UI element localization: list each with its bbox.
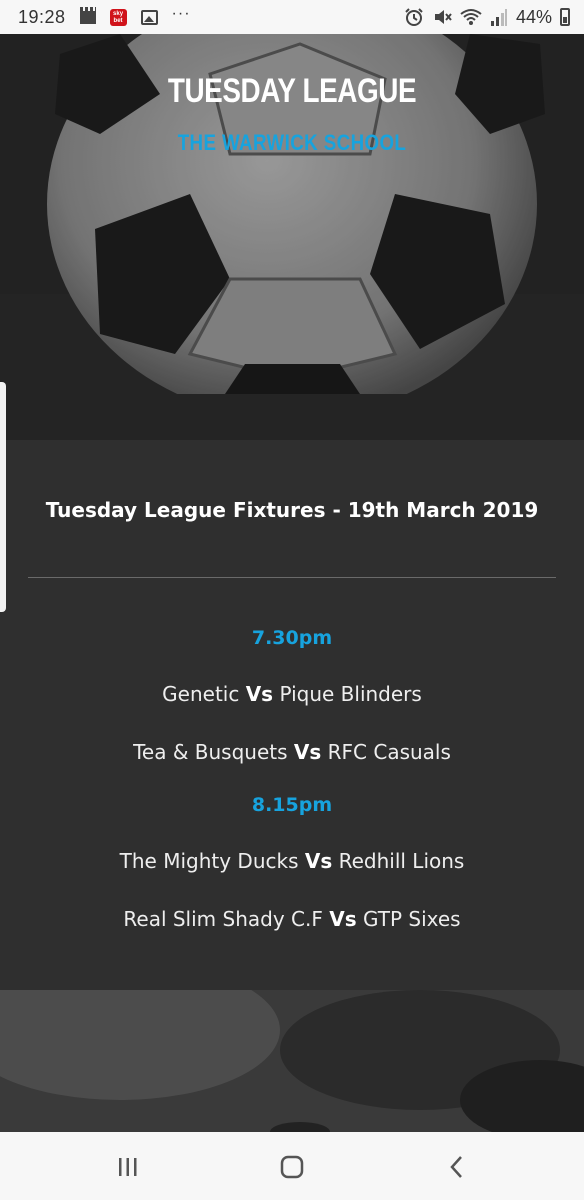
- gallery-icon: [140, 9, 158, 25]
- mute-icon: [434, 10, 452, 24]
- fixture-row: Genetic Vs Pique Blinders: [0, 682, 584, 706]
- side-drawer-handle[interactable]: [0, 382, 6, 612]
- time-slot: 7.30pm: [251, 627, 333, 649]
- battery-icon: [560, 8, 570, 26]
- page-subtitle: THE WARWICK SCHOOL: [177, 130, 407, 155]
- footer-image: [0, 990, 584, 1132]
- home-icon: [280, 1155, 304, 1179]
- home-team: Tea & Busquets: [133, 740, 288, 764]
- vs-label: Vs: [293, 740, 322, 764]
- away-team: RFC Casuals: [327, 740, 451, 764]
- alarm-icon: [405, 8, 423, 26]
- home-team: Genetic: [162, 682, 240, 706]
- home-button[interactable]: [272, 1152, 312, 1182]
- fixture-row: Real Slim Shady C.F Vs GTP Sixes: [0, 907, 584, 931]
- away-team: Pique Blinders: [279, 682, 422, 706]
- status-bar: 19:28 sky bet ··· 44%: [0, 0, 584, 34]
- home-team: The Mighty Ducks: [119, 849, 299, 873]
- navigation-bar: [0, 1132, 584, 1200]
- away-team: GTP Sixes: [362, 907, 461, 931]
- back-button[interactable]: [437, 1152, 477, 1182]
- recent-apps-icon: [119, 1158, 137, 1176]
- fixtures-heading: Tuesday League Fixtures - 19th March 201…: [45, 498, 539, 522]
- hero-banner: TUESDAY LEAGUE THE WARWICK SCHOOL: [0, 34, 584, 440]
- skybet-icon: sky bet: [109, 8, 127, 26]
- wifi-icon: [460, 9, 482, 25]
- fixture-row: Tea & Busquets Vs RFC Casuals: [0, 740, 584, 764]
- status-time: 19:28: [18, 6, 66, 27]
- vs-label: Vs: [245, 682, 274, 706]
- vs-label: Vs: [304, 849, 333, 873]
- divider: [28, 577, 556, 578]
- footer-photo: [0, 990, 584, 1132]
- away-team: Redhill Lions: [338, 849, 465, 873]
- fixture-row: The Mighty Ducks Vs Redhill Lions: [0, 849, 584, 873]
- vs-label: Vs: [329, 907, 357, 931]
- status-right: 44%: [404, 7, 570, 28]
- home-team: Real Slim Shady C.F: [123, 907, 323, 931]
- signal-icon: [490, 9, 507, 26]
- fixtures-panel: Tuesday League Fixtures - 19th March 201…: [0, 440, 584, 990]
- status-left: 19:28 sky bet ···: [18, 5, 191, 28]
- time-slot: 8.15pm: [251, 794, 333, 816]
- back-icon: [450, 1156, 462, 1178]
- page-title: TUESDAY LEAGUE: [167, 72, 417, 110]
- clapperboard-icon: [79, 6, 96, 24]
- more-notifications-icon: ···: [171, 5, 191, 22]
- recent-apps-button[interactable]: [108, 1152, 148, 1182]
- battery-percent: 44%: [515, 6, 552, 27]
